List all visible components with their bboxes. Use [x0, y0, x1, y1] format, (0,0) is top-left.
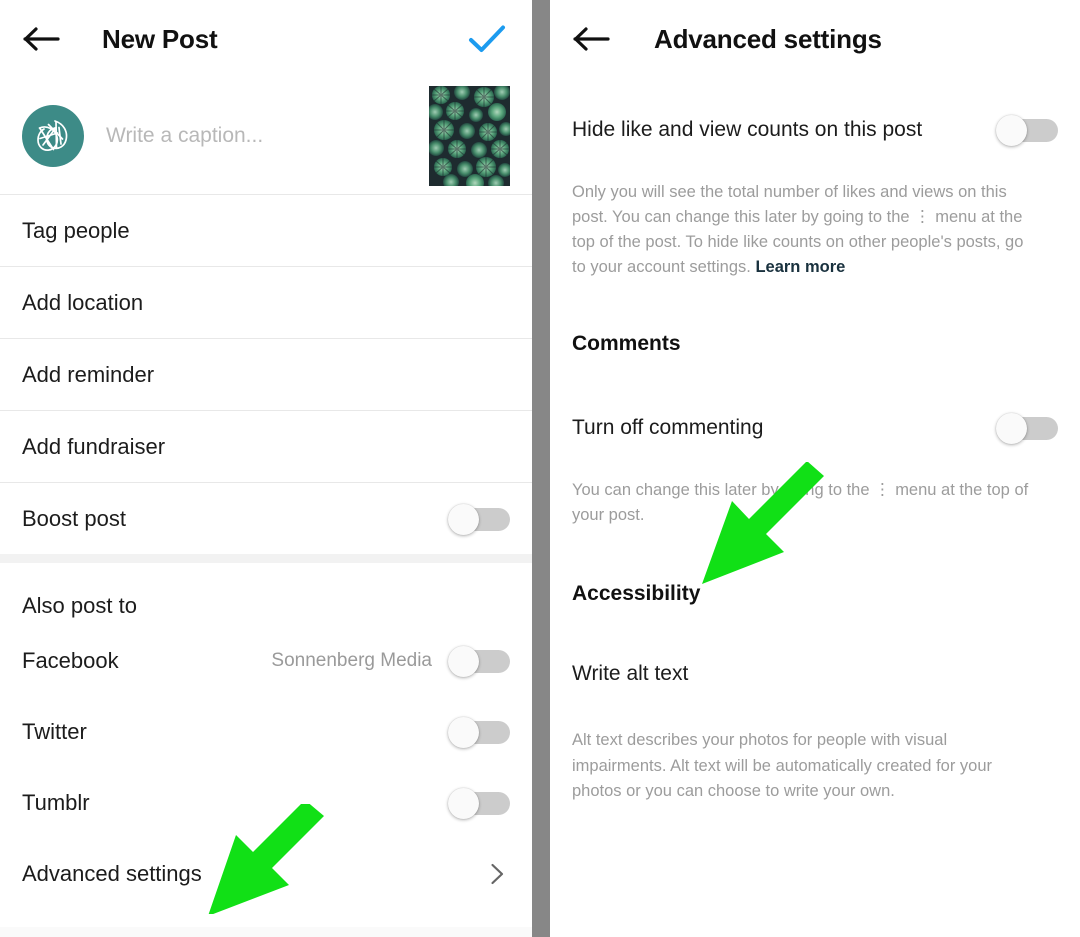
list-item-label: Tag people	[22, 217, 130, 243]
composer-row[interactable]: Write a caption...	[0, 78, 532, 194]
boost-post-toggle[interactable]	[448, 503, 510, 535]
write-alt-text-label: Write alt text	[572, 662, 689, 686]
accessibility-heading: Accessibility	[550, 566, 1080, 622]
panel-divider	[532, 0, 550, 937]
post-thumbnail[interactable]	[429, 86, 510, 186]
dual-screenshot-layout: New Post Write a caption... Tag people A…	[0, 0, 1080, 937]
bottom-strip	[0, 927, 532, 937]
list-item-tumblr[interactable]: Tumblr	[0, 767, 532, 838]
chevron-right-icon	[484, 861, 510, 887]
list-item-label: Facebook	[22, 647, 119, 673]
twitter-toggle[interactable]	[448, 716, 510, 748]
write-alt-text-row[interactable]: Write alt text	[550, 646, 1080, 702]
section-separator	[0, 554, 532, 563]
list-item-label: Add reminder	[22, 361, 155, 387]
hide-counts-note: Only you will see the total number of li…	[550, 180, 1062, 280]
new-post-header: New Post	[0, 0, 532, 78]
leaf-logo-avatar	[22, 105, 84, 167]
list-item-label: Boost post	[22, 505, 126, 531]
list-item-add-location[interactable]: Add location	[0, 267, 532, 338]
learn-more-link[interactable]: Learn more	[755, 258, 845, 276]
turn-off-commenting-row[interactable]: Turn off commenting	[550, 400, 1080, 456]
turn-off-commenting-label: Turn off commenting	[572, 416, 764, 440]
advanced-settings-screen: Advanced settings Hide like and view cou…	[550, 0, 1080, 937]
list-item-tag-people[interactable]: Tag people	[0, 195, 532, 266]
page-title: Advanced settings	[654, 23, 882, 54]
page-title: New Post	[102, 23, 218, 54]
hide-counts-label: Hide like and view counts on this post	[572, 118, 923, 141]
list-item-label: Add location	[22, 289, 144, 315]
list-item-twitter[interactable]: Twitter	[0, 696, 532, 767]
accessibility-note: Alt text describes your photos for peopl…	[572, 731, 993, 800]
facebook-account-name: Sonnenberg Media	[271, 649, 432, 671]
advanced-settings-header: Advanced settings	[550, 0, 1080, 78]
new-post-screen: New Post Write a caption... Tag people A…	[0, 0, 532, 937]
accessibility-heading-label: Accessibility	[572, 582, 701, 606]
list-item-add-fundraiser[interactable]: Add fundraiser	[0, 411, 532, 482]
toggle-knob	[448, 503, 479, 535]
list-item-add-reminder[interactable]: Add reminder	[0, 339, 532, 410]
hide-counts-row[interactable]: Hide like and view counts on this post	[550, 102, 1080, 158]
list-item-facebook[interactable]: Facebook Sonnenberg Media	[0, 625, 532, 696]
list-item-advanced-settings[interactable]: Advanced settings	[0, 838, 532, 909]
facebook-toggle[interactable]	[448, 645, 510, 677]
comments-heading: Comments	[550, 316, 1080, 372]
toggle-knob	[448, 787, 479, 819]
toggle-knob	[448, 716, 479, 748]
also-post-to-heading: Also post to	[0, 563, 532, 625]
arrow-left-icon[interactable]	[572, 19, 612, 59]
list-item-label: Advanced settings	[22, 860, 202, 886]
list-item-label: Add fundraiser	[22, 433, 166, 459]
list-item-label: Tumblr	[22, 789, 90, 815]
check-icon[interactable]	[464, 16, 510, 62]
toggle-knob	[448, 645, 479, 677]
caption-input[interactable]: Write a caption...	[106, 124, 419, 148]
toggle-knob	[996, 115, 1027, 146]
section-heading-label: Also post to	[22, 593, 137, 618]
comments-note: You can change this later by going to th…	[572, 481, 1029, 525]
list-item-boost-post[interactable]: Boost post	[0, 483, 532, 554]
arrow-left-icon[interactable]	[22, 19, 62, 59]
hide-counts-toggle[interactable]	[996, 115, 1058, 146]
list-item-label: Twitter	[22, 718, 87, 744]
tumblr-toggle[interactable]	[448, 787, 510, 819]
turn-off-commenting-toggle[interactable]	[996, 413, 1058, 445]
comments-heading-label: Comments	[572, 332, 681, 356]
